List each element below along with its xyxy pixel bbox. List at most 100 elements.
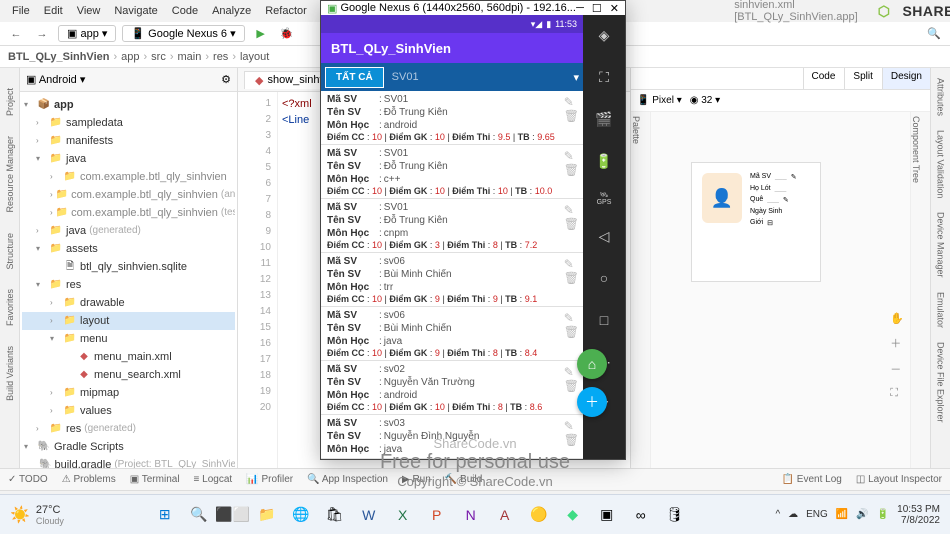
access-icon[interactable]: A [491,501,519,529]
rotate-icon[interactable]: ◈ [592,23,616,47]
emulator-titlebar[interactable]: ▣ Google Nexus 6 (1440x2560, 560dpi) - 1… [321,1,625,15]
edit-icon[interactable]: ✎ [564,257,579,271]
palette-tab[interactable]: Palette [631,112,641,144]
forward-icon[interactable]: → [32,24,52,44]
student-item[interactable]: Mã SVsv02Tên SVNguyễn Văn TrườngMôn Họca… [321,361,583,415]
crumb-src[interactable]: src [151,51,166,63]
panel-settings-icon[interactable]: ⚙ [221,73,231,86]
mode-split[interactable]: Split [844,68,880,89]
onenote-icon[interactable]: N [457,501,485,529]
weather-widget[interactable]: ☀️ 27°CCloudy [10,504,64,526]
sidebar-structure-tab[interactable]: Structure [5,233,15,270]
build-tab[interactable]: 🔨 Build [445,474,482,485]
student-item[interactable]: Mã SVsv06Tên SVBùi Minh ChiếnMôn Họcjava… [321,307,583,361]
tray-volume-icon[interactable]: 🔊 [856,509,868,520]
back-icon[interactable]: ← [6,24,26,44]
config-select[interactable]: ▣ app ▾ [58,25,116,42]
nav-back-icon[interactable]: ◁ [592,224,616,248]
edge-icon[interactable]: 🌐 [287,501,315,529]
layout-validation-tab[interactable]: Layout Validation [936,130,946,198]
gps-icon[interactable]: 🛰GPS [597,191,612,206]
project-tree[interactable]: ▾📦app ›📁sampledata ›📁manifests ▾📁java ›📁… [20,92,237,468]
tray-battery-icon[interactable]: 🔋 [877,509,889,520]
vpn-icon[interactable]: ∞ [627,501,655,529]
event-log-tab[interactable]: 📋 Event Log [782,474,842,485]
tray-cloud-icon[interactable]: ☁ [788,509,798,520]
problems-tab[interactable]: ⚠ Problems [62,474,116,485]
terminal-app-icon[interactable]: ▣ [593,501,621,529]
edit-icon[interactable]: ✎ [564,203,579,217]
device-picker[interactable]: 📱 Pixel ▾ [637,95,682,106]
edit-icon[interactable]: ✎ [564,311,579,325]
tray-lang[interactable]: ENG [806,509,828,520]
menu-code[interactable]: Code [166,3,204,19]
nav-home-icon[interactable]: ○ [592,266,616,290]
student-item[interactable]: Mã SVsv06Tên SVBùi Minh ChiếnMôn HọctrrĐ… [321,253,583,307]
edit-icon[interactable]: ✎ [564,95,579,109]
ppt-icon[interactable]: P [423,501,451,529]
search-icon[interactable]: 🔍 [924,24,944,44]
explorer-icon[interactable]: 📁 [253,501,281,529]
nav-recent-icon[interactable]: □ [592,308,616,332]
crumb-layout[interactable]: layout [240,51,269,63]
word-icon[interactable]: W [355,501,383,529]
layout-preview[interactable]: 👤 Mã SV___✎ Họ Lót___ Quê___✎ Ngày Sinh … [691,162,821,282]
chrome-icon[interactable]: 🟡 [525,501,553,529]
battery-control-icon[interactable]: 🔋 [592,149,616,173]
store-icon[interactable]: 🛍 [321,501,349,529]
search-app-icon[interactable]: 🔍 [185,501,213,529]
delete-icon[interactable]: 🗑 [564,379,579,393]
zoom-in-icon[interactable]: ＋ [890,335,904,351]
edit-icon[interactable]: ✎ [564,419,579,433]
tray-chevron-icon[interactable]: ^ [775,509,780,520]
filter-all-button[interactable]: TẤT CẢ [325,67,384,88]
start-icon[interactable]: ⊞ [151,501,179,529]
device-select[interactable]: 📱 Google Nexus 6 ▾ [122,25,244,42]
fullscreen-icon[interactable]: ⛶ [592,65,616,89]
zoom-out-icon[interactable]: － [890,361,904,377]
emu-minimize-icon[interactable]: ─ [576,2,584,15]
tray-wifi-icon[interactable]: 📶 [836,509,848,520]
sql-icon[interactable]: 🛢 [661,501,689,529]
menu-refactor[interactable]: Refactor [259,3,313,19]
taskview-icon[interactable]: ⬛⬜ [219,501,247,529]
run-tab[interactable]: ▶ Run [402,474,431,485]
debug-icon[interactable]: 🐞 [277,24,297,44]
menu-view[interactable]: View [71,3,107,19]
delete-icon[interactable]: 🗑 [564,163,579,177]
crumb-project[interactable]: BTL_QLy_SinhVien [8,51,109,63]
profiler-tab[interactable]: 📊 Profiler [246,474,293,485]
sidebar-favorites-tab[interactable]: Favorites [5,289,15,326]
emulator-tab[interactable]: Emulator [936,292,946,328]
crumb-app[interactable]: app [121,51,139,63]
logcat-tab[interactable]: ≡ Logcat [194,474,233,485]
mode-code[interactable]: Code [803,68,844,89]
layout-inspector-tab[interactable]: ◫ Layout Inspector [856,474,942,485]
student-item[interactable]: Mã SVsv03Tên SVNguyễn Đình NguyễnMôn Học… [321,415,583,459]
sidebar-variants-tab[interactable]: Build Variants [5,346,15,401]
delete-icon[interactable]: 🗑 [564,325,579,339]
student-item[interactable]: Mã SVSV01Tên SVĐỗ Trung KiênMôn Họcandro… [321,91,583,145]
crumb-res[interactable]: res [213,51,228,63]
delete-icon[interactable]: 🗑 [564,271,579,285]
student-item[interactable]: Mã SVSV01Tên SVĐỗ Trung KiênMôn HọccnpmĐ… [321,199,583,253]
androidstudio-icon[interactable]: ◆ [559,501,587,529]
crumb-main[interactable]: main [178,51,202,63]
menu-navigate[interactable]: Navigate [108,3,163,19]
delete-icon[interactable]: 🗑 [564,217,579,231]
student-item[interactable]: Mã SVSV01Tên SVĐỗ Trung KiênMôn Họcc++Đi… [321,145,583,199]
pan-icon[interactable]: ✋ [890,312,904,325]
emu-maximize-icon[interactable]: ☐ [592,2,602,15]
menu-analyze[interactable]: Analyze [206,3,257,19]
emu-close-icon[interactable]: ✕ [610,2,619,15]
delete-icon[interactable]: 🗑 [564,433,579,447]
edit-icon[interactable]: ✎ [564,149,579,163]
android-view-select[interactable]: ▣ Android ▾ [26,73,85,86]
zoom-fit-icon[interactable]: ⛶ [890,387,904,400]
phone-screen[interactable]: ▾◢▮11:53 BTL_QLy_SinhVien TẤT CẢ SV01 ▾ … [321,15,583,459]
camera-icon[interactable]: 🎬 [592,107,616,131]
filter-spinner[interactable]: SV01 [388,67,570,87]
api-picker[interactable]: ◉ 32 ▾ [690,95,720,106]
attributes-tab[interactable]: Attributes [936,78,946,116]
mode-design[interactable]: Design [882,68,930,89]
